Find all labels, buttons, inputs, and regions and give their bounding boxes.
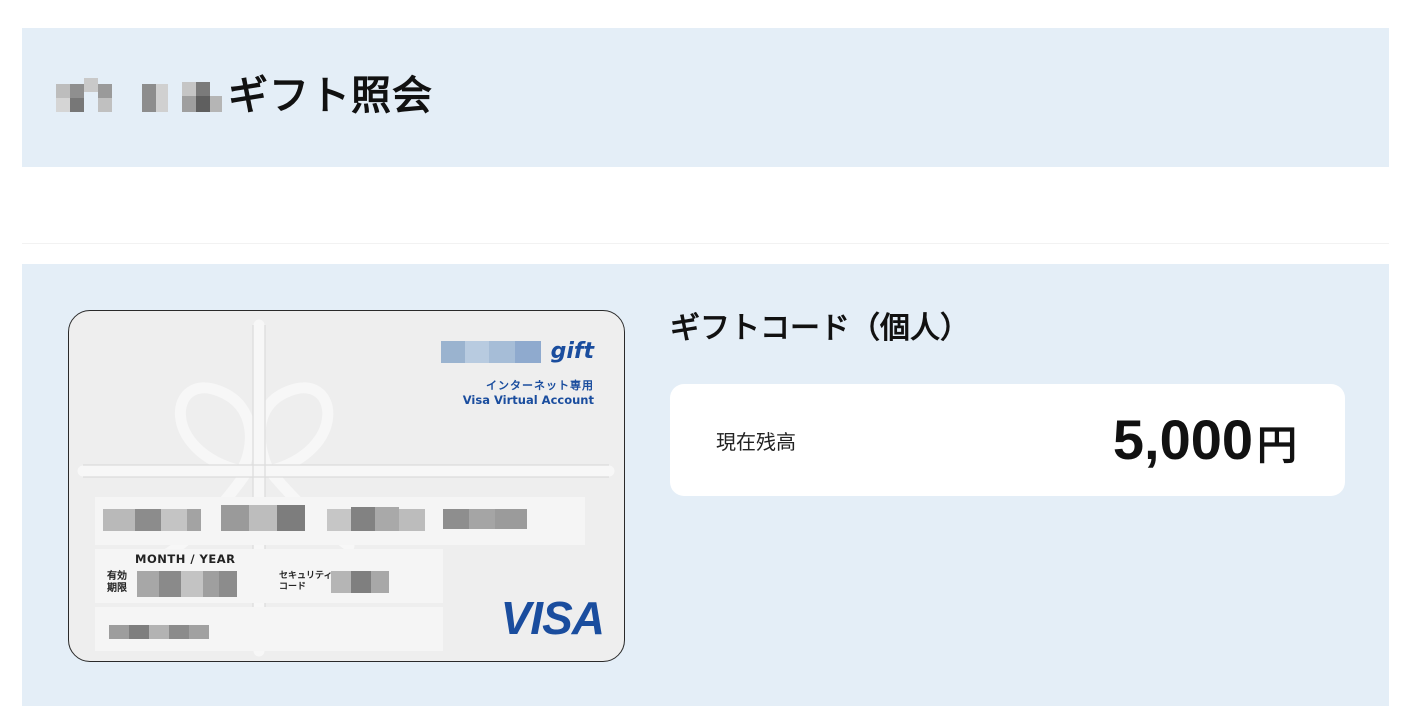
balance-card: 現在残高 5,000 円 xyxy=(670,384,1345,496)
gift-code-title: ギフトコード（個人） xyxy=(670,311,970,346)
month-year-label: MONTH / YEAR xyxy=(135,552,236,566)
brand-logo-redacted xyxy=(56,78,224,118)
card-subtitle-jp: インターネット専用 xyxy=(486,379,594,392)
balance-amount: 5,000 xyxy=(1112,408,1253,471)
gift-card-image: gift インターネット専用 Visa Virtual Account MONT… xyxy=(68,310,625,662)
balance-label: 現在残高 xyxy=(716,430,796,454)
card-brand-gift: gift xyxy=(550,339,594,364)
card-brand-redacted xyxy=(441,341,541,363)
expiry-label-line2: 期限 xyxy=(107,583,127,594)
divider xyxy=(22,243,1389,244)
page-title: ギフト照会 xyxy=(228,73,433,119)
security-code-label: セキュリティ コード xyxy=(279,571,332,593)
card-subtitle-en: Visa Virtual Account xyxy=(462,393,594,407)
security-label-line2: コード xyxy=(279,582,307,592)
expiry-label: 有効 期限 xyxy=(107,571,127,595)
card-number-field xyxy=(95,497,585,545)
expiry-label-line1: 有効 xyxy=(107,571,127,582)
cardholder-field xyxy=(95,607,443,651)
balance-unit: 円 xyxy=(1257,423,1297,469)
security-label-line1: セキュリティ xyxy=(279,571,333,581)
visa-logo: VISA xyxy=(500,592,605,644)
